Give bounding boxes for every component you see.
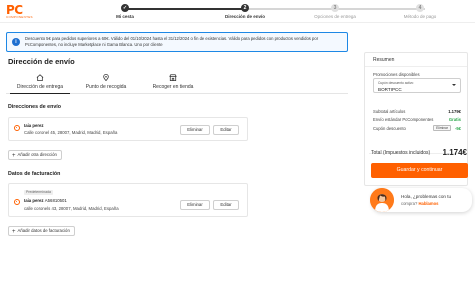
delete-address-button[interactable]: Eliminar <box>180 125 210 135</box>
chat-link[interactable]: Hablamos <box>418 201 438 206</box>
checkout-stepper: ✓ Mi cesta 2 Dirección de envío 3 Opcion… <box>85 3 455 21</box>
tab-label: Punto de recogida <box>85 84 127 90</box>
step-label: Mi cesta <box>116 14 134 19</box>
banner-text: Descuento 5€ para pedidos superiores a 6… <box>25 36 319 47</box>
subtotal-row: Subtotal artículos 1.179€ <box>373 109 461 114</box>
total-value: 1.174€ <box>442 148 467 157</box>
step-number: 2 <box>241 4 249 12</box>
shipping-cost-row: Envío estándar PcComponentes Gratis <box>373 117 461 122</box>
step-number: 4 <box>416 4 424 12</box>
shipping-address-card[interactable]: Iaia perez Calle coronel 45, 28007, Madr… <box>8 117 248 141</box>
coupon-discount-label: Cupón descuento <box>373 126 406 131</box>
tab-label: Recoger en tienda <box>152 84 194 90</box>
edit-address-button[interactable]: Editar <box>213 125 239 135</box>
store-icon <box>169 74 177 81</box>
step-cart[interactable]: ✓ Mi cesta <box>85 3 165 19</box>
step-label: Opciones de entrega <box>314 14 356 19</box>
home-icon <box>36 74 44 81</box>
location-pin-icon <box>103 74 109 81</box>
step-shipping-address: 2 Dirección de envío <box>205 3 285 19</box>
coupon-discount-value: -5€ <box>454 126 461 131</box>
summary-title: Resumen <box>373 57 395 63</box>
add-address-button[interactable]: + Añadir otra dirección <box>8 150 62 160</box>
billing-address-line: calle coronels 43, 28007, Madrid, Madrid… <box>24 206 119 211</box>
total-row: Total (Impuestos incluidos) 1.174€ <box>371 148 467 157</box>
page-title: Dirección de envío <box>8 57 75 66</box>
address-line: Calle coronel 45, 28007, Madrid, Madrid,… <box>24 130 118 135</box>
subtotal-label: Subtotal artículos <box>373 109 406 114</box>
billing-name: Iaia perez <box>24 198 44 203</box>
step-number: 3 <box>331 4 339 12</box>
chat-prompt-text: compra? <box>401 201 418 206</box>
promo-info-banner: i Descuento 5€ para pedidos superiores a… <box>6 32 348 52</box>
add-billing-label: Añadir datos de facturación <box>17 228 70 233</box>
agent-avatar-illustration <box>370 188 394 212</box>
coupon-select-value: BORTIPCC <box>378 86 402 92</box>
add-address-label: Añadir otra dirección <box>17 152 57 157</box>
tab-label: Dirección de entrega <box>16 84 64 90</box>
billing-address-card[interactable]: Predeterminada Iaia perez A56810501 call… <box>8 183 248 217</box>
delivery-method-tabs: Dirección de entrega Punto de recogida R… <box>6 74 348 94</box>
step-payment: 4 Método de pago <box>380 3 460 19</box>
chevron-down-icon <box>452 84 456 86</box>
edit-billing-button[interactable]: Editar <box>213 200 239 210</box>
support-chat-widget[interactable]: Hola, ¿problemas con tu compra? Hablamos <box>370 188 472 212</box>
default-badge: Predeterminada <box>24 190 53 195</box>
shipping-section-title: Direcciones de envío <box>8 104 61 110</box>
coupon-discount-row: Cupón descuento Eliminar -5€ <box>373 125 461 131</box>
chat-prompt: compra? Hablamos <box>401 201 438 206</box>
chat-greeting: Hola, ¿problemas con tu <box>401 194 452 199</box>
delete-billing-button[interactable]: Eliminar <box>180 200 210 210</box>
billing-nif: A56810501 <box>44 198 67 203</box>
address-name: Iaia perez <box>24 123 44 128</box>
step-label: Método de pago <box>403 14 437 19</box>
coupon-select-label: Cupón descuento activo <box>378 81 414 85</box>
promotions-label: Promociones disponibles <box>373 72 420 77</box>
tab-home-delivery[interactable]: Dirección de entrega <box>10 74 70 94</box>
pccomponentes-logo[interactable]: PC COMPONENTES <box>6 4 48 19</box>
coupon-select[interactable]: Cupón descuento activo BORTIPCC <box>373 78 461 93</box>
step-delivery-options: 3 Opciones de entrega <box>295 3 375 19</box>
info-icon: i <box>12 38 20 46</box>
subtotal-value: 1.179€ <box>448 109 461 114</box>
shipping-cost-value: Gratis <box>448 117 461 122</box>
remove-coupon-button[interactable]: Eliminar <box>433 125 451 131</box>
billing-radio-selected[interactable] <box>14 199 20 205</box>
agent-avatar <box>370 188 394 212</box>
plus-icon: + <box>12 152 16 159</box>
summary-divider <box>365 66 467 67</box>
check-icon: ✓ <box>121 4 129 12</box>
address-radio-selected[interactable] <box>14 125 20 131</box>
total-label: Total (Impuestos incluidos) <box>371 150 431 156</box>
tab-store-pickup[interactable]: Recoger en tienda <box>142 74 204 94</box>
add-billing-button[interactable]: + Añadir datos de facturación <box>8 226 75 236</box>
billing-name-row: Iaia perez A56810501 <box>24 198 67 203</box>
shipping-cost-label: Envío estándar PcComponentes <box>373 117 434 122</box>
tab-pickup-point[interactable]: Punto de recogida <box>76 74 136 94</box>
step-label: Dirección de envío <box>224 14 265 19</box>
billing-section-title: Datos de facturación <box>8 171 61 177</box>
save-and-continue-button[interactable]: Guardar y continuar <box>371 163 468 178</box>
logo-subtext: COMPONENTES <box>6 15 33 19</box>
header-divider <box>0 22 475 23</box>
plus-icon: + <box>12 228 16 235</box>
